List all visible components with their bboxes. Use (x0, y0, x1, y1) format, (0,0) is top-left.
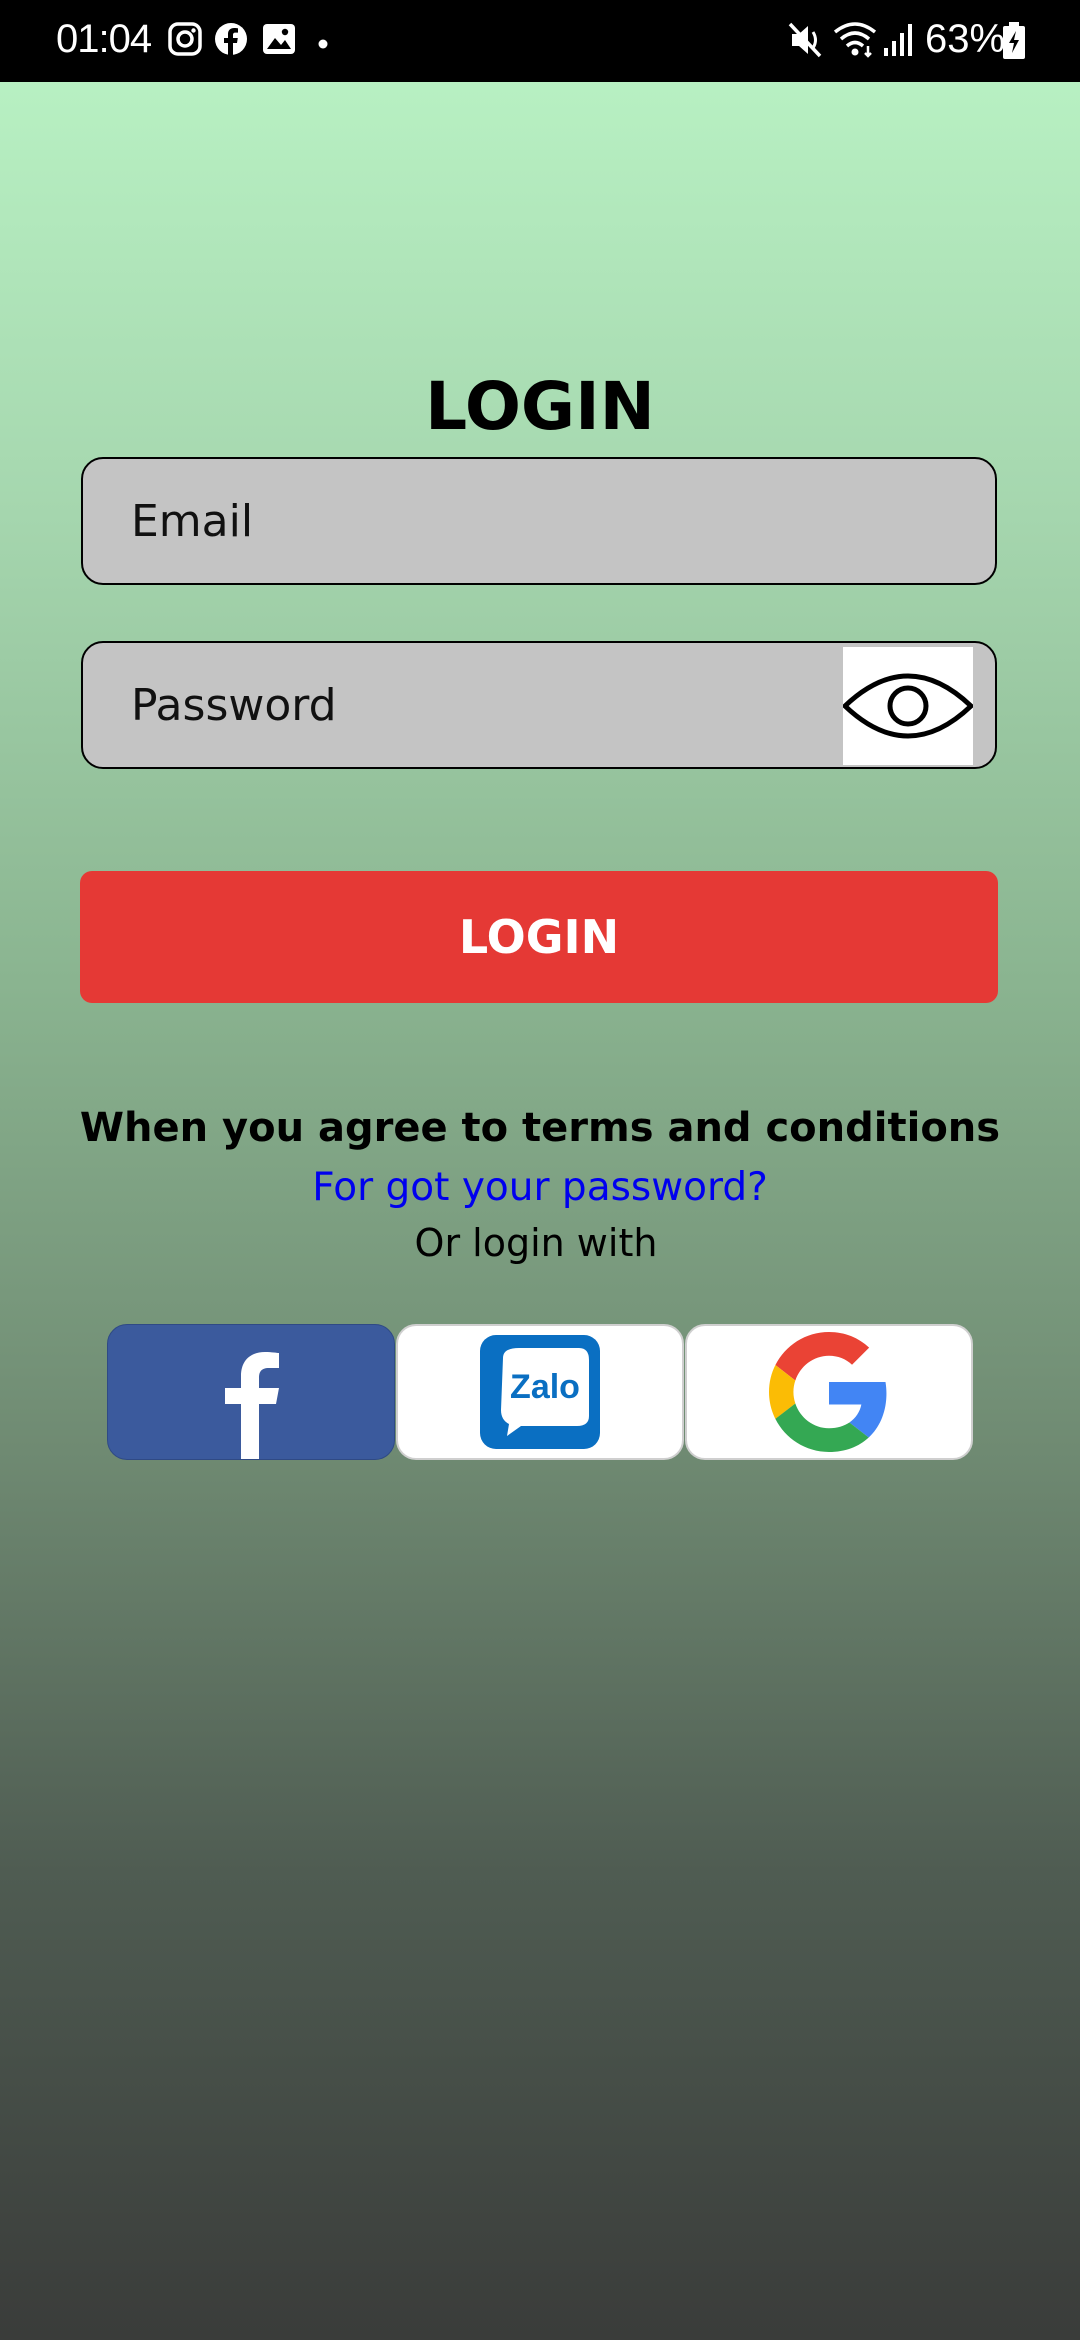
eye-icon (843, 673, 973, 739)
email-field[interactable] (131, 459, 891, 583)
email-field-container (81, 457, 997, 585)
show-password-toggle[interactable] (843, 647, 973, 765)
or-login-with-text: Or login with (414, 1221, 658, 1265)
google-logo-icon (769, 1332, 887, 1452)
facebook-logo-icon (225, 1352, 279, 1459)
page-title: LOGIN (425, 368, 655, 445)
facebook-login-button[interactable] (107, 1324, 395, 1460)
terms-text: When you agree to terms and conditions (79, 1105, 1001, 1151)
signal-icon (882, 22, 916, 63)
dot-icon (318, 36, 328, 54)
password-field-container (81, 641, 997, 769)
password-field[interactable] (131, 643, 891, 767)
battery-icon (1002, 22, 1026, 65)
status-time: 01:04 (56, 17, 152, 61)
wifi-icon (832, 20, 878, 65)
login-screen: 01:04 63% LOGIN Email LOGIN When you agr… (0, 0, 1080, 2340)
zalo-login-button[interactable]: Zalo (396, 1324, 684, 1460)
login-button[interactable]: LOGIN (80, 871, 998, 1003)
battery-percentage: 63% (925, 17, 1006, 61)
status-bar: 01:04 63% (0, 0, 1080, 82)
zalo-logo-text: Zalo (510, 1368, 580, 1406)
forgot-password-link[interactable]: For got your password? (0, 1165, 1080, 1210)
facebook-icon (214, 22, 248, 61)
gallery-icon (262, 22, 296, 61)
zalo-logo-icon: Zalo (480, 1335, 600, 1449)
instagram-icon (168, 22, 202, 61)
mute-icon (786, 20, 826, 65)
google-login-button[interactable] (685, 1324, 973, 1460)
